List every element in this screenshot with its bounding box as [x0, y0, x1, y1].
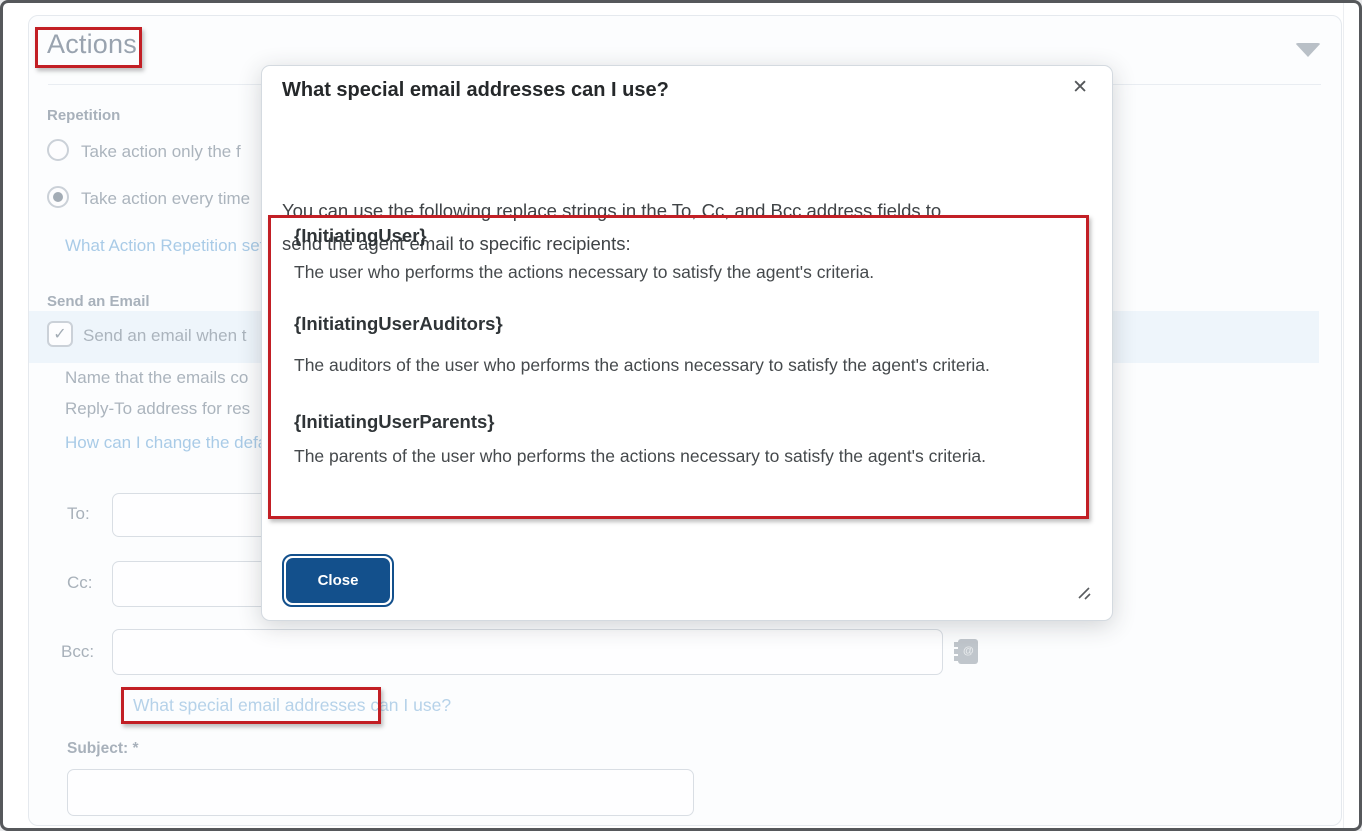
- dialog-close-icon[interactable]: ✕: [1072, 78, 1088, 97]
- cc-field-label: Cc:: [67, 573, 93, 593]
- replace-string-initiating-user-parents: {InitiatingUserParents}: [294, 411, 494, 433]
- dialog-intro-line1: You can use the following replace string…: [282, 200, 941, 222]
- close-button[interactable]: Close: [282, 554, 394, 607]
- email-from-name-text: Name that the emails co: [65, 368, 248, 388]
- panel-right-border: [1343, 3, 1344, 828]
- reply-to-address-text: Reply-To address for res: [65, 399, 250, 419]
- to-field-label: To:: [67, 504, 90, 524]
- special-email-addresses-dialog: What special email addresses can I use? …: [261, 65, 1113, 621]
- bcc-input[interactable]: [112, 629, 943, 675]
- subject-field-label: Subject: *: [67, 740, 138, 758]
- checkbox-check-icon: ✓: [53, 326, 66, 343]
- collapse-chevron-down-icon[interactable]: [1295, 43, 1321, 57]
- address-book-icon[interactable]: @: [958, 639, 978, 664]
- radio-take-action-every-time[interactable]: [47, 186, 69, 208]
- change-default-help-link[interactable]: How can I change the defa: [65, 433, 267, 453]
- send-email-checkbox[interactable]: ✓: [47, 321, 73, 347]
- replace-string-initiating-user: {InitiatingUser}: [294, 225, 427, 247]
- replace-string-initiating-user-desc: The user who performs the actions necess…: [294, 262, 874, 283]
- dialog-resize-handle-icon[interactable]: [1076, 585, 1092, 606]
- replace-string-initiating-user-auditors: {InitiatingUserAuditors}: [294, 313, 503, 335]
- radio-take-action-once-label: Take action only the f: [81, 142, 241, 162]
- replace-string-initiating-user-auditors-desc: The auditors of the user who performs th…: [294, 355, 990, 376]
- screenshot-frame: Actions Repetition Take action only the …: [0, 0, 1362, 831]
- radio-take-action-every-time-label: Take action every time: [81, 189, 250, 209]
- action-repetition-help-link[interactable]: What Action Repetition sett: [65, 236, 269, 256]
- section-title: Actions: [47, 29, 137, 60]
- special-email-addresses-link[interactable]: What special email addresses can I use?: [133, 695, 451, 716]
- send-email-checkbox-label: Send an email when t: [83, 326, 247, 346]
- radio-take-action-once[interactable]: [47, 139, 69, 161]
- repetition-group-label: Repetition: [47, 107, 120, 124]
- dialog-title: What special email addresses can I use?: [282, 79, 669, 102]
- bcc-field-label: Bcc:: [61, 642, 94, 662]
- close-button-label: Close: [286, 558, 390, 603]
- replace-string-initiating-user-parents-desc: The parents of the user who performs the…: [294, 446, 986, 467]
- subject-input[interactable]: [67, 769, 694, 816]
- send-email-group-label: Send an Email: [47, 293, 150, 310]
